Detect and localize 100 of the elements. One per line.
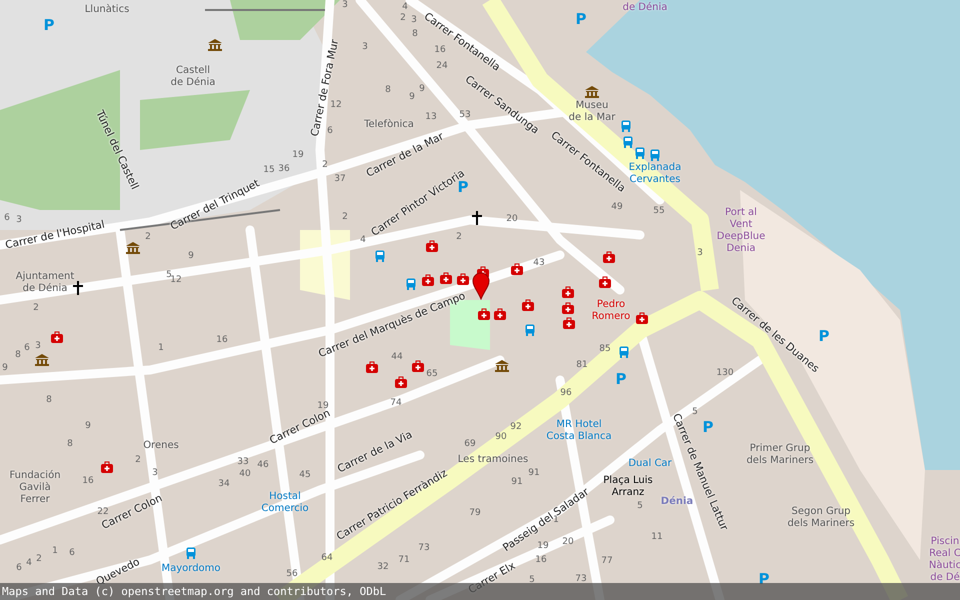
- museum-icon[interactable]: [35, 354, 49, 366]
- pharmacy-icon[interactable]: [366, 361, 378, 373]
- pharmacy-icon[interactable]: [395, 376, 407, 388]
- bus-icon[interactable]: [621, 120, 631, 132]
- house-number: 37: [334, 174, 346, 184]
- house-number: 8: [385, 85, 391, 95]
- pharmacy-icon[interactable]: [440, 272, 452, 284]
- bus-icon[interactable]: [406, 278, 416, 290]
- house-number: 12: [170, 275, 182, 285]
- pharmacy-icon[interactable]: [562, 286, 574, 298]
- attribution-text: Maps and Data (c) openstreetmap.org and contributors, ODbL: [1, 585, 386, 598]
- place-label: Plaça Luis Arranz: [603, 475, 653, 499]
- church-icon[interactable]: [73, 281, 83, 295]
- pharmacy-icon[interactable]: [101, 461, 113, 473]
- parking-sign: P: [44, 16, 54, 34]
- house-number: 92: [510, 422, 522, 432]
- house-number: 19: [537, 541, 549, 551]
- house-number: 2: [145, 232, 151, 242]
- house-number: 5: [637, 501, 643, 511]
- house-number: 53: [459, 110, 471, 120]
- house-number: 73: [418, 543, 430, 553]
- house-number: 71: [398, 555, 410, 565]
- pharmacy-icon[interactable]: [563, 317, 575, 329]
- house-number: 16: [82, 476, 94, 486]
- place-label: Hostal Comercio: [261, 491, 309, 515]
- parking-sign: P: [818, 327, 830, 345]
- bus-icon[interactable]: [619, 346, 629, 358]
- house-number: 4: [360, 235, 366, 245]
- house-number: 3: [152, 468, 158, 478]
- pharmacy-icon[interactable]: [494, 308, 506, 320]
- house-number: 85: [599, 344, 611, 354]
- museum-icon[interactable]: [208, 39, 222, 51]
- house-number: 16: [434, 45, 446, 55]
- house-number: 5: [166, 270, 172, 280]
- pharmacy-icon[interactable]: [51, 331, 63, 343]
- bus-icon[interactable]: [525, 324, 535, 336]
- place-label: MR Hotel Costa Blanca: [546, 419, 612, 443]
- place-label: Explanada Cervantes: [628, 162, 682, 186]
- museum-icon[interactable]: [126, 242, 140, 254]
- house-number: 4: [26, 558, 32, 568]
- museum-icon[interactable]: [585, 86, 599, 98]
- parking-sign: P: [576, 10, 586, 28]
- house-number: 2: [36, 554, 42, 564]
- pharmacy-icon[interactable]: [426, 240, 438, 252]
- house-number: 46: [257, 460, 269, 470]
- pharmacy-icon[interactable]: [412, 360, 424, 372]
- house-number: 6: [16, 563, 22, 573]
- house-number: 12: [330, 100, 342, 110]
- parking-sign: P: [702, 418, 714, 436]
- house-number: 9: [419, 84, 425, 94]
- house-number: 9: [85, 421, 91, 431]
- bus-icon[interactable]: [186, 547, 196, 559]
- bus-icon[interactable]: [623, 136, 633, 148]
- bus-icon[interactable]: [375, 250, 385, 262]
- place-label: Port al Vent DeepBlue Denia: [716, 207, 766, 255]
- pharmacy-icon[interactable]: [478, 308, 490, 320]
- museum-icon[interactable]: [495, 360, 509, 372]
- place-label: Castell de Dénia: [170, 65, 216, 89]
- house-number: 13: [425, 112, 437, 122]
- pharmacy-icon[interactable]: [636, 312, 648, 324]
- bus-icon[interactable]: [650, 149, 660, 161]
- pharmacy-icon[interactable]: [457, 273, 469, 285]
- pharmacy-icon[interactable]: [603, 251, 615, 263]
- place-label: Orenes: [143, 440, 179, 452]
- house-number: 19: [317, 401, 329, 411]
- house-number: 90: [495, 432, 507, 442]
- house-number: 91: [528, 468, 540, 478]
- house-number: 11: [651, 532, 663, 542]
- house-number: 130: [716, 368, 734, 378]
- pharmacy-icon[interactable]: [522, 299, 534, 311]
- house-number: 33: [237, 457, 249, 467]
- house-number: 79: [469, 508, 481, 518]
- house-number: 6: [69, 548, 75, 558]
- house-number: 65: [426, 369, 438, 379]
- pharmacy-icon[interactable]: [562, 302, 574, 314]
- house-number: 5: [529, 575, 535, 585]
- place-label: Pedro Romero: [592, 299, 630, 323]
- map-pin-icon[interactable]: [472, 272, 490, 300]
- house-number: 2: [456, 232, 462, 242]
- house-number: 91: [511, 477, 523, 487]
- house-number: 20: [506, 214, 518, 224]
- house-number: 6: [4, 213, 10, 223]
- church-icon[interactable]: [472, 211, 482, 225]
- house-number: 3: [35, 341, 41, 351]
- house-number: 36: [278, 164, 290, 174]
- pharmacy-icon[interactable]: [511, 263, 523, 275]
- pharmacy-icon[interactable]: [422, 274, 434, 286]
- house-number: 3: [411, 15, 417, 25]
- place-label: Les tramoines: [458, 454, 528, 466]
- bus-icon[interactable]: [635, 147, 645, 159]
- house-number: 2: [322, 160, 328, 170]
- house-number: 2: [135, 455, 141, 465]
- house-number: 34: [218, 479, 230, 489]
- house-number: 4: [402, 2, 408, 12]
- house-number: 3: [697, 248, 703, 258]
- place-label: Mayordomo: [161, 563, 221, 575]
- place-label: Dénia: [660, 496, 694, 508]
- house-number: 44: [391, 352, 403, 362]
- pharmacy-icon[interactable]: [599, 276, 611, 288]
- house-number: 6: [327, 126, 333, 136]
